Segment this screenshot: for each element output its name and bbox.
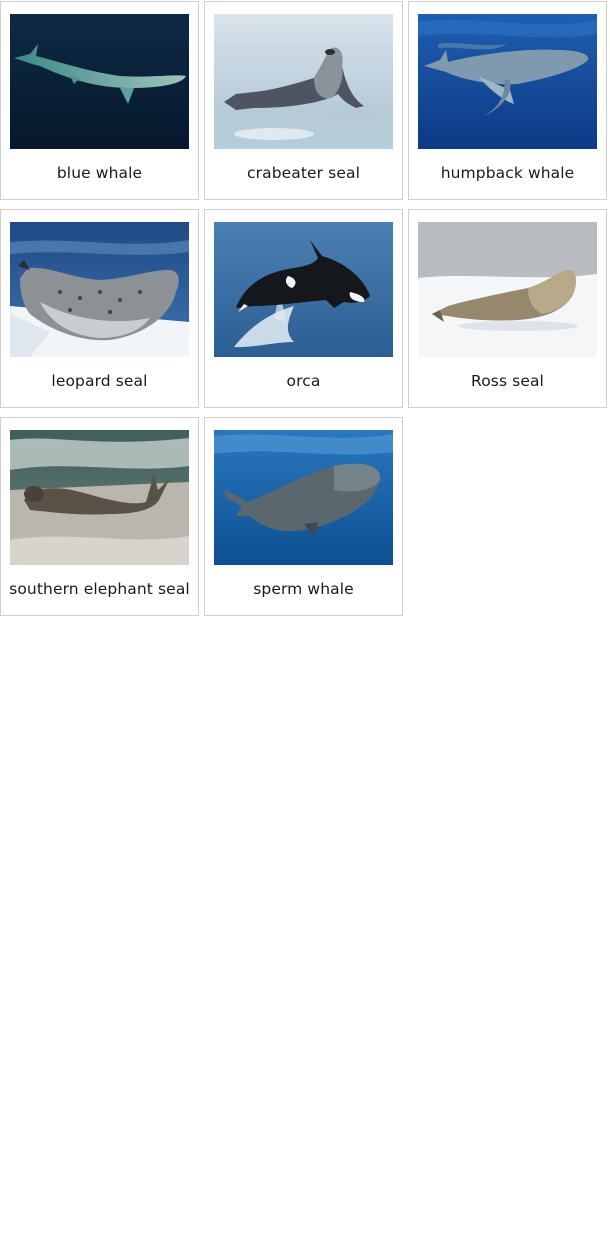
card-blue-whale: blue whale [0, 1, 199, 200]
humpback-whale-photo [418, 14, 597, 149]
card-label: sperm whale [253, 580, 354, 598]
card-label: leopard seal [51, 372, 148, 390]
card-leopard-seal: leopard seal [0, 209, 199, 408]
card-label: blue whale [56, 164, 143, 182]
sperm-whale-photo [214, 430, 393, 565]
crabeater-seal-photo [214, 14, 393, 149]
southern-elephant-seal-photo [10, 430, 189, 565]
card-ross-seal: Ross seal [408, 209, 607, 408]
card-label: humpback whale [440, 164, 575, 182]
blue-whale-photo [10, 14, 189, 149]
card-label: southern elephant seal [9, 580, 190, 598]
ross-seal-photo [418, 222, 597, 357]
leopard-seal-photo [10, 222, 189, 357]
card-orca: orca [204, 209, 403, 408]
card-sperm-whale: sperm whale [204, 417, 403, 616]
card-humpback-whale: humpback whale [408, 1, 607, 200]
card-label: crabeater seal [247, 164, 360, 182]
card-label: orca [286, 372, 321, 390]
orca-photo [214, 222, 393, 357]
card-crabeater-seal: crabeater seal [204, 1, 403, 200]
card-label: Ross seal [471, 372, 544, 390]
card-southern-elephant-seal: southern elephant seal [0, 417, 199, 616]
card-grid: blue whale crabeater seal humpback whale… [0, 1, 610, 616]
